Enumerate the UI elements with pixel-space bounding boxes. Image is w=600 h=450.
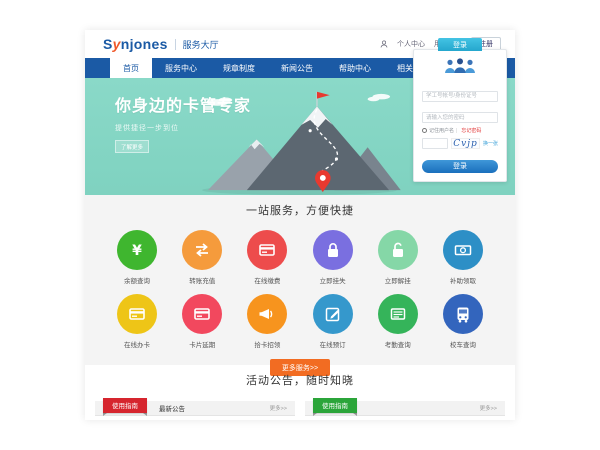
services-grid: ¥ 余额查询 转账充值 在线缴费 立即挂失 立即解挂 补助领取 在线办卡 卡片延… [85, 230, 515, 349]
logo-text: Synjones [103, 36, 168, 52]
guide-ribbon-red[interactable]: 使用指南 [103, 398, 147, 413]
site-name: 服务大厅 [183, 38, 219, 51]
yen-icon: ¥ [117, 230, 157, 270]
service-item[interactable]: 在线办卡 [109, 294, 165, 349]
login-box: 记住用户名 | 忘记密码 Cvjp 换一张 登录 [413, 49, 507, 182]
login-panel: 登录 记住用户名 | 忘记密码 [413, 38, 507, 182]
latest-announcements-tab[interactable]: 最新公告 [159, 403, 185, 413]
svg-text:¥: ¥ [132, 243, 142, 259]
nav-item[interactable]: 帮助中心 [326, 58, 384, 78]
megaphone-icon [247, 294, 287, 334]
card-icon [117, 294, 157, 334]
banknote-icon [443, 230, 483, 270]
bus-icon [443, 294, 483, 334]
remember-row: 记住用户名 | 忘记密码 [422, 127, 498, 134]
captcha-input[interactable] [422, 138, 448, 149]
password-input[interactable] [422, 112, 498, 123]
announcement-left: 使用指南 最新公告 更多>> [95, 401, 295, 416]
captcha-refresh-link[interactable]: 换一张 [483, 140, 498, 147]
lock-icon [313, 230, 353, 270]
user-icon [380, 40, 388, 48]
remember-checkbox[interactable] [422, 128, 427, 133]
service-item[interactable]: 考勤查询 [370, 294, 426, 349]
service-item[interactable]: 转账充值 [174, 230, 230, 285]
more-link-right[interactable]: 更多>> [480, 404, 497, 412]
announcement-columns: 使用指南 最新公告 更多>> 使用指南 更多>> [85, 401, 515, 416]
service-item[interactable]: 校车查询 [435, 294, 491, 349]
captcha-image[interactable]: Cvjp [451, 138, 480, 149]
nav-item[interactable]: 服务中心 [152, 58, 210, 78]
username-input[interactable] [422, 91, 498, 102]
nav-item[interactable]: 规章制度 [210, 58, 268, 78]
mountain-illustration [190, 83, 405, 195]
edit-icon [313, 294, 353, 334]
service-item[interactable]: ¥ 余额查询 [109, 230, 165, 285]
announcements-section: 活动公告，随时知晓 使用指南 最新公告 更多>> 使用指南 更多>> [85, 365, 515, 416]
logo-divider [175, 39, 176, 50]
remember-label: 记住用户名 [429, 127, 454, 134]
login-submit-button[interactable]: 登录 [422, 160, 498, 173]
services-section: 一站服务，方便快捷 ¥ 余额查询 转账充值 在线缴费 立即挂失 立即解挂 补助领… [85, 195, 515, 365]
logo-y-mark: y [113, 36, 121, 52]
nav-item[interactable]: 新闻公告 [268, 58, 326, 78]
service-item[interactable]: 卡片延期 [174, 294, 230, 349]
transfer-icon [182, 230, 222, 270]
announcement-right: 使用指南 更多>> [305, 401, 505, 416]
service-item[interactable]: 在线预订 [305, 294, 361, 349]
service-item[interactable]: 立即解挂 [370, 230, 426, 285]
more-link-left[interactable]: 更多>> [270, 404, 287, 412]
card-icon [182, 294, 222, 334]
service-item[interactable]: 立即挂失 [305, 230, 361, 285]
login-tab[interactable]: 登录 [438, 38, 482, 51]
guide-ribbon-green[interactable]: 使用指南 [313, 398, 357, 413]
users-icon [422, 57, 498, 79]
announcements-title: 活动公告，随时知晓 [85, 372, 515, 388]
announcement-left-header: 使用指南 最新公告 更多>> [95, 401, 295, 416]
card-icon [247, 230, 287, 270]
service-item[interactable]: 补助领取 [435, 230, 491, 285]
hero-cta-button[interactable]: 了解更多 [115, 140, 149, 153]
unlock-icon [378, 230, 418, 270]
captcha-row: Cvjp 换一张 [422, 138, 498, 149]
list-icon [378, 294, 418, 334]
announcement-right-header: 使用指南 更多>> [305, 401, 505, 416]
services-title: 一站服务，方便快捷 [85, 202, 515, 218]
nav-item[interactable]: 首页 [110, 58, 152, 78]
service-item[interactable]: 在线缴费 [239, 230, 295, 285]
forgot-password-link[interactable]: 忘记密码 [461, 127, 481, 134]
logo[interactable]: Synjones 服务大厅 [103, 36, 219, 52]
page: Synjones 服务大厅 个人中心 用户体验 注册 首页服务中心规章制度新闻公… [85, 30, 515, 420]
nav-items: 首页服务中心规章制度新闻公告帮助中心相关链接 [110, 58, 442, 78]
service-item[interactable]: 拾卡招领 [239, 294, 295, 349]
hero-banner: 你身边的卡管专家 提供捷径一步到位 了解更多 [85, 78, 515, 195]
